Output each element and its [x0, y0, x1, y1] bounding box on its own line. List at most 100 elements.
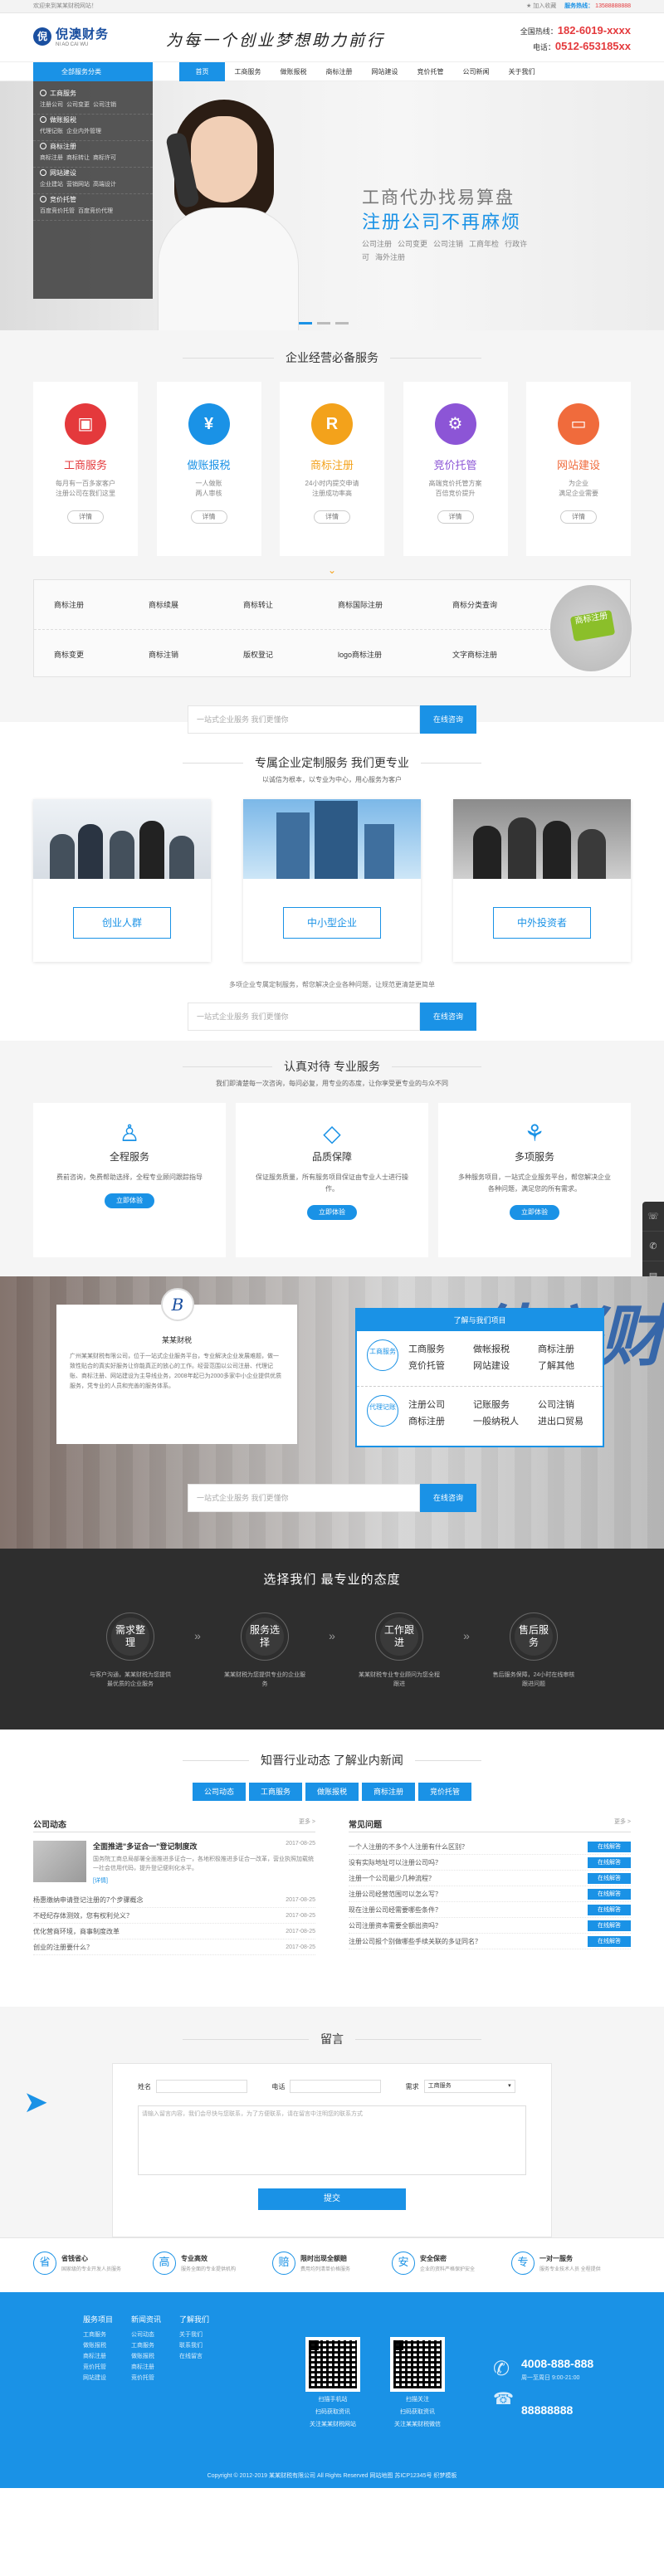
detail-button[interactable]: 详情	[67, 510, 104, 524]
try-now-button[interactable]: 立即体验	[105, 1193, 154, 1208]
category-business[interactable]: 工商服务 注册公司 公司变更 公司注销	[33, 88, 153, 115]
category-website[interactable]: 网站建设 企业建站 营销网站 高端设计	[33, 168, 153, 194]
search-input[interactable]: 一站式企业服务 我们更懂你	[188, 1003, 420, 1031]
service-card-bidding[interactable]: ⚙ 竞价托管 高端竞价托管方案 百倍竞价提升 详情	[403, 382, 508, 556]
faq-item[interactable]: 一个人注册的不多个人注册有什么区别？ 在线解答	[349, 1839, 631, 1855]
audience-card-startups[interactable]: 创业人群	[33, 799, 211, 962]
category-menu-toggle[interactable]: 全部服务分类	[33, 62, 153, 82]
tab-accounting[interactable]: 做账报税	[305, 1783, 359, 1801]
detail-button[interactable]: 详情	[314, 510, 350, 524]
service-card-trademark[interactable]: R 商标注册 24小时内提交申请 注册成功率高 详情	[280, 382, 384, 556]
faq-item[interactable]: 注册公司经营范围可以怎么写？ 在线解答	[349, 1886, 631, 1902]
nav-item-home[interactable]: 首页	[179, 62, 225, 82]
more-link[interactable]: 更多 >	[299, 1817, 315, 1826]
footer-link[interactable]: 联系我们	[179, 2340, 227, 2351]
featured-news[interactable]: 全面推进"多证合一"登记制度改 2017-08-25 国务院工商总局部署全面推进多…	[33, 1841, 315, 1886]
faq-item[interactable]: 注册一个公司最少几种流程？ 在线解答	[349, 1871, 631, 1886]
faq-item[interactable]: 注册公司报个别做哪些手续关联的多证同名？ 在线解答	[349, 1934, 631, 1949]
nav-item-business[interactable]: 工商服务	[225, 62, 271, 82]
tag-link[interactable]: 文字商标注册	[452, 649, 547, 660]
footer-link[interactable]: 竞价托管	[83, 2362, 131, 2373]
headset-icon[interactable]: ☏	[642, 1202, 664, 1232]
try-now-button[interactable]: 立即体验	[307, 1205, 357, 1220]
try-now-button[interactable]: 立即体验	[510, 1205, 559, 1220]
category-accounting[interactable]: 做账报税 代理记账 企业内外管理	[33, 115, 153, 141]
phone-field[interactable]	[290, 2080, 382, 2093]
project-link[interactable]: 进出口贸易	[538, 1413, 603, 1430]
detail-button[interactable]: 详情	[437, 510, 474, 524]
phone-icon[interactable]: ✆	[642, 1232, 664, 1261]
tab-trademark[interactable]: 商标注册	[362, 1783, 415, 1801]
detail-button[interactable]: 详情	[190, 510, 227, 524]
nav-item-about[interactable]: 关于我们	[499, 62, 544, 82]
faq-item[interactable]: 没有实际地址可以注册公司吗？ 在线解答	[349, 1855, 631, 1871]
audience-card-sme[interactable]: 中小型企业	[243, 799, 421, 962]
category-bidding[interactable]: 竞价托管 百度竞价托管 百度竞价代理	[33, 194, 153, 221]
footer-link[interactable]: 公司动态	[131, 2330, 179, 2340]
detail-link[interactable]: [详情]	[93, 1876, 315, 1886]
footer-link[interactable]: 商标注册	[131, 2362, 179, 2373]
tag-link[interactable]: 商标注册	[54, 599, 149, 610]
nav-item-website[interactable]: 网站建设	[362, 62, 408, 82]
nav-item-accounting[interactable]: 做账报税	[271, 62, 316, 82]
investors-button[interactable]: 中外投资者	[493, 907, 591, 939]
logo[interactable]: 倪 倪澳财务 NI AO CAI WU	[33, 25, 109, 47]
news-item[interactable]: 优化营商环境，商事制度改革 2017-08-25	[33, 1924, 315, 1939]
footer-link[interactable]: 网站建设	[83, 2373, 131, 2383]
tag-link[interactable]: 商标变更	[54, 649, 149, 660]
consult-button[interactable]: 在线咨询	[420, 1484, 476, 1512]
tag-link[interactable]: 商标续展	[149, 599, 243, 610]
category-trademark[interactable]: 商标注册 商标注册 商标转让 商标许可	[33, 141, 153, 168]
news-item[interactable]: 不经纪存体测效，您有权利兑义？ 2017-08-25	[33, 1908, 315, 1924]
nav-item-trademark[interactable]: 商标注册	[316, 62, 362, 82]
footer-link[interactable]: 关于我们	[179, 2330, 227, 2340]
type-select[interactable]: 工商服务	[423, 2080, 515, 2093]
tag-link[interactable]: 商标注销	[149, 649, 243, 660]
tag-link[interactable]: 版权登记	[243, 649, 338, 660]
project-link[interactable]: 工商服务	[408, 1341, 473, 1358]
project-link[interactable]: 公司注销	[538, 1397, 603, 1413]
submit-button[interactable]: 提交	[258, 2188, 406, 2210]
news-item[interactable]: 创业的注册要什么？ 2017-08-25	[33, 1939, 315, 1955]
slider-dots[interactable]	[299, 322, 354, 324]
project-link[interactable]: 商标注册	[408, 1413, 473, 1430]
tab-business[interactable]: 工商服务	[249, 1783, 302, 1801]
tab-bidding[interactable]: 竞价托管	[418, 1783, 471, 1801]
message-textarea[interactable]: 请输入留言内容，我们会尽快与您联系，为了方便联系，请在留言中注明您的联系方式	[138, 2105, 526, 2175]
footer-link[interactable]: 工商服务	[131, 2340, 179, 2351]
footer-link[interactable]: 在线留言	[179, 2351, 227, 2362]
project-link[interactable]: 做帐报税	[473, 1341, 538, 1358]
tab-company-news[interactable]: 公司动态	[193, 1783, 246, 1801]
footer-link[interactable]: 工商服务	[83, 2330, 131, 2340]
detail-button[interactable]: 详情	[560, 510, 597, 524]
footer-link[interactable]: 商标注册	[83, 2351, 131, 2362]
startups-button[interactable]: 创业人群	[73, 907, 171, 939]
tag-link[interactable]: 商标分类查询	[452, 599, 547, 610]
favorite-link[interactable]: ★ 加入收藏	[526, 3, 556, 9]
consult-button[interactable]: 在线咨询	[420, 1003, 476, 1031]
nav-item-bidding[interactable]: 竞价托管	[408, 62, 453, 82]
footer-link[interactable]: 竞价托管	[131, 2373, 179, 2383]
footer-link[interactable]: 做账报税	[83, 2340, 131, 2351]
project-link[interactable]: 了解其他	[538, 1358, 603, 1374]
name-field[interactable]	[156, 2080, 247, 2093]
more-link[interactable]: 更多 >	[614, 1817, 631, 1826]
search-input[interactable]: 一站式企业服务 我们更懂你	[188, 1484, 420, 1512]
service-card-business[interactable]: ▣ 工商服务 每月有一百多家客户 注册公司在我们这里 详情	[33, 382, 138, 556]
tag-link[interactable]: 商标转让	[243, 599, 338, 610]
project-link[interactable]: 网站建设	[473, 1358, 538, 1374]
search-input[interactable]: 一站式企业服务 我们更懂你	[188, 705, 420, 734]
faq-item[interactable]: 公司注册资本需要全额出资吗？ 在线解答	[349, 1918, 631, 1934]
project-link[interactable]: 记账服务	[473, 1397, 538, 1413]
sme-button[interactable]: 中小型企业	[283, 907, 381, 939]
footer-link[interactable]: 做账报税	[131, 2351, 179, 2362]
audience-card-investors[interactable]: 中外投资者	[453, 799, 631, 962]
consult-button[interactable]: 在线咨询	[420, 705, 476, 734]
tag-link[interactable]: 商标国际注册	[338, 599, 452, 610]
nav-item-news[interactable]: 公司新闻	[453, 62, 499, 82]
project-link[interactable]: 一般纳税人	[473, 1413, 538, 1430]
project-link[interactable]: 商标注册	[538, 1341, 603, 1358]
news-item[interactable]: 杨惠缴纳申请登记注册的7个步骤概念 2017-08-25	[33, 1892, 315, 1908]
project-link[interactable]: 注册公司	[408, 1397, 473, 1413]
service-card-website[interactable]: ▭ 网站建设 为企业 满足企业需要 详情	[526, 382, 631, 556]
